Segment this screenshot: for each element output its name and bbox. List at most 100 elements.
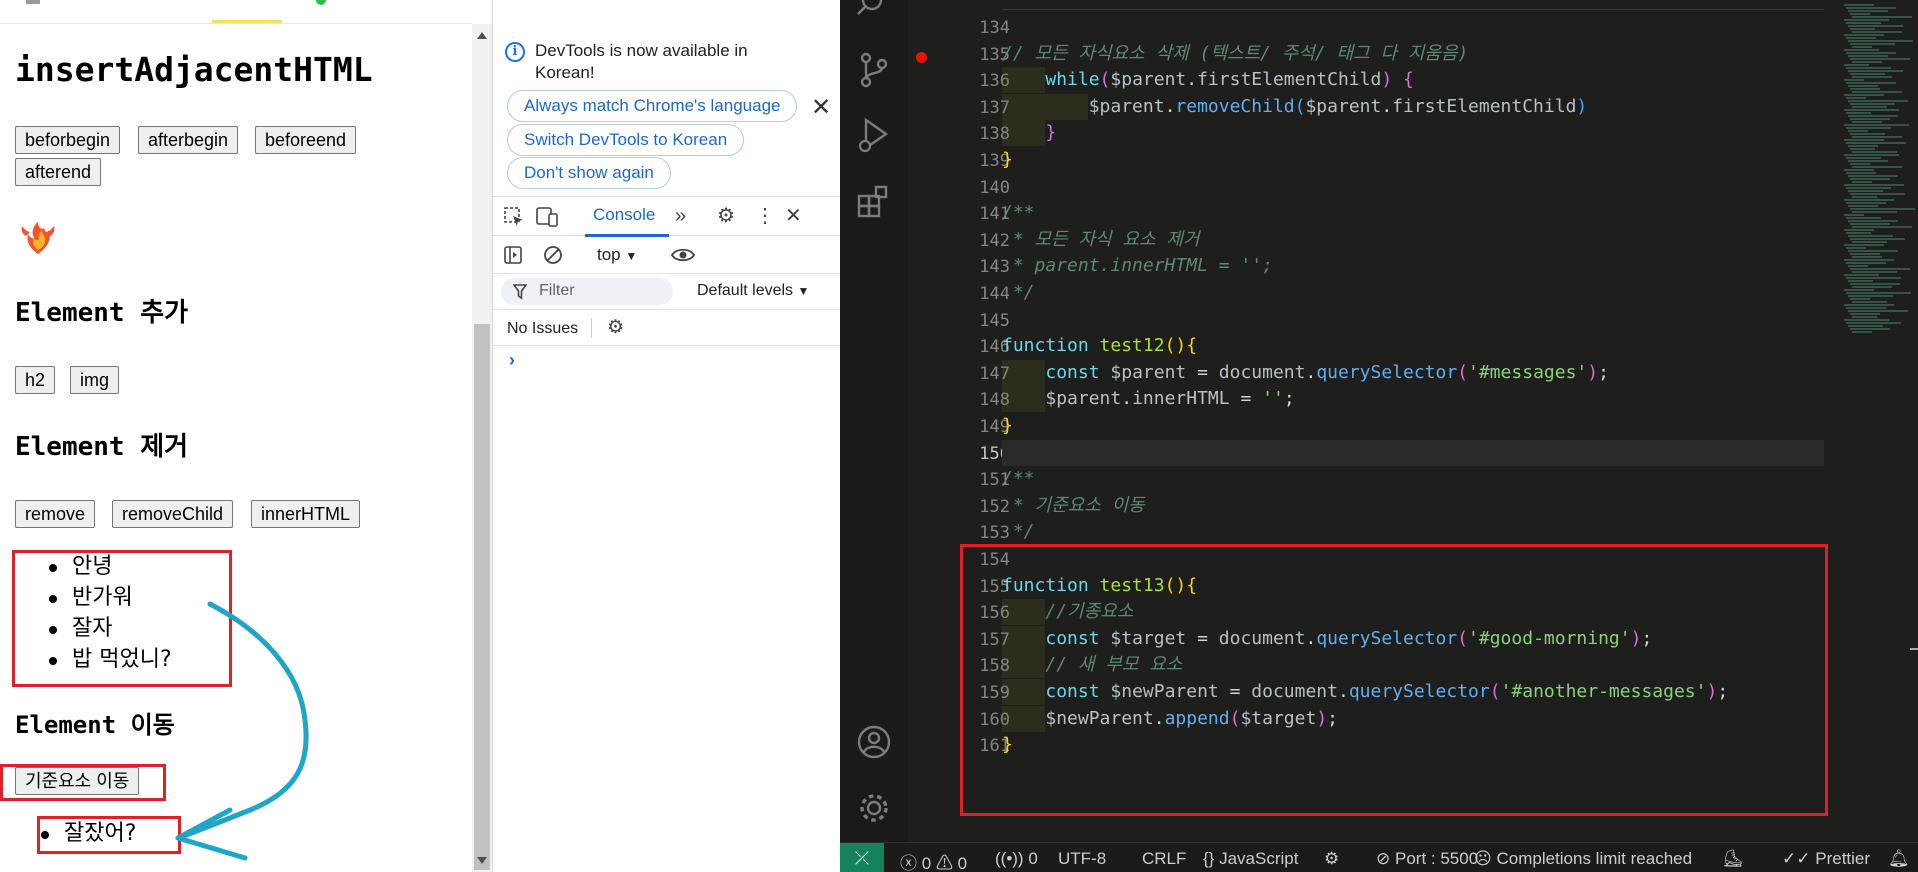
minimap-line — [1844, 49, 1879, 51]
context-selector[interactable]: top ▼ — [597, 245, 637, 265]
language-config-icon[interactable]: ⚙ — [1324, 849, 1339, 869]
button-beforbegin[interactable]: beforbegin — [15, 126, 121, 154]
breakpoint-dot[interactable] — [916, 52, 927, 63]
minimap-line — [1844, 244, 1884, 246]
code-line[interactable]: * 기준요소 이동 — [1002, 493, 1145, 519]
indent-guide — [1002, 120, 1045, 147]
live-expression-eye-icon[interactable] — [671, 246, 695, 264]
minimap-line — [1846, 127, 1891, 129]
minimap-line — [1852, 166, 1902, 168]
code-line[interactable]: */ — [1002, 280, 1035, 306]
code-line[interactable]: * parent.innerHTML = ''; — [1002, 253, 1273, 279]
sneaker-icon[interactable]: ⛸ — [1722, 849, 1744, 869]
minimap-line — [1850, 328, 1890, 330]
button-img[interactable]: img — [70, 366, 120, 394]
code-line[interactable]: } — [1002, 413, 1013, 439]
toolbar-highlight-fragment — [212, 20, 282, 23]
code-line[interactable]: } — [1002, 147, 1013, 173]
minimap-line — [1844, 274, 1879, 276]
manage-gear-icon[interactable] — [856, 790, 892, 826]
code-line[interactable]: */ — [1002, 519, 1035, 545]
minimap-line — [1844, 229, 1874, 231]
minimap-line — [1844, 4, 1874, 6]
button-remove-child[interactable]: removeChild — [112, 500, 234, 528]
issues-row: No Issues ⚙ — [493, 310, 841, 346]
console-settings-gear-icon[interactable]: ⚙ — [607, 317, 624, 339]
language-indicator[interactable]: {} JavaScript — [1203, 849, 1298, 869]
line-number: 149 — [979, 417, 1010, 437]
minimap[interactable] — [1840, 0, 1918, 842]
issues-count[interactable]: No Issues — [507, 320, 578, 338]
annotation-box-test13 — [960, 544, 1828, 816]
page-scrollbar[interactable] — [472, 24, 492, 872]
source-control-icon[interactable] — [856, 50, 892, 90]
minimap-line — [1850, 88, 1880, 90]
dont-show-again-button[interactable]: Don't show again — [507, 157, 671, 189]
log-levels-dropdown[interactable]: Default levels ▼ — [697, 282, 809, 300]
prettier-status[interactable]: ✓✓ Prettier — [1782, 849, 1870, 869]
devtools-panel: i DevTools is now available in Korean! A… — [492, 0, 841, 872]
button-beforeend[interactable]: beforeend — [255, 126, 357, 154]
console-prompt-chevron-icon[interactable]: › — [509, 350, 515, 371]
button-afterend[interactable]: afterend — [15, 158, 102, 186]
scrollbar-thumb[interactable] — [474, 324, 490, 870]
copilot-status[interactable]: ☹ Completions limit reached — [1474, 849, 1692, 869]
close-devtools-icon[interactable]: ✕ — [785, 205, 802, 227]
switch-to-korean-button[interactable]: Switch DevTools to Korean — [507, 124, 745, 156]
extensions-icon[interactable] — [856, 184, 892, 220]
minimap-line — [1852, 61, 1882, 63]
code-line[interactable]: // 모든 자식요소 삭제 (텍스트/ 주석/ 태그 다 지움음) — [1002, 41, 1468, 67]
line-number: 144 — [979, 284, 1010, 304]
minimap-line — [1848, 145, 1878, 147]
minimap-line — [1846, 142, 1906, 144]
line-number: 141 — [979, 204, 1010, 225]
minimap-line — [1844, 79, 1864, 81]
scroll-down-arrow-icon[interactable] — [477, 857, 487, 864]
search-icon[interactable] — [856, 0, 892, 22]
minimap-line — [1850, 298, 1870, 300]
code-line[interactable]: function test12(){ — [1002, 333, 1197, 359]
more-tabs-chevron-icon[interactable]: » — [675, 205, 686, 227]
code-line[interactable] — [1002, 439, 1824, 466]
problems-indicator[interactable]: ⓧ 0 ⚠ 0 — [900, 849, 967, 872]
eol-indicator[interactable]: CRLF — [1142, 849, 1186, 869]
account-icon[interactable] — [856, 724, 892, 760]
code-line[interactable]: $parent.removeChild($parent.firstElement… — [1002, 93, 1587, 120]
button-afterbegin[interactable]: afterbegin — [138, 126, 239, 154]
always-match-language-button[interactable]: Always match Chrome's language — [507, 90, 798, 122]
live-server-port[interactable]: ⊘ Port : 5500 — [1376, 849, 1478, 869]
notifications-bell-icon[interactable]: 🔔︎ — [1888, 849, 1910, 869]
button-h2[interactable]: h2 — [15, 366, 56, 394]
language-label: JavaScript — [1219, 849, 1299, 868]
sidebar-toggle-icon[interactable] — [503, 245, 523, 265]
annotation-box-another-messages — [37, 816, 181, 854]
button-inner-html[interactable]: innerHTML — [251, 500, 361, 528]
devtools-tab-bar: Console » ⚙ ⋮ ✕ — [493, 196, 841, 237]
code-line[interactable]: /** — [1002, 466, 1035, 492]
close-icon[interactable]: ✕ — [811, 96, 831, 120]
button-remove[interactable]: remove — [15, 500, 96, 528]
minimap-line — [1846, 52, 1896, 54]
code-line[interactable]: $parent.innerHTML = ''; — [1002, 386, 1295, 413]
code-line[interactable]: const $parent = document.querySelector('… — [1002, 359, 1609, 386]
more-options-icon[interactable]: ⋮ — [755, 205, 775, 227]
code-line[interactable]: while($parent.firstElementChild) { — [1002, 67, 1414, 94]
clear-console-icon[interactable] — [543, 245, 563, 265]
tab-console[interactable]: Console — [593, 205, 655, 225]
minimap-line — [1844, 154, 1899, 156]
overview-ruler-mark — [1910, 648, 1918, 650]
scroll-up-arrow-icon[interactable] — [477, 32, 487, 39]
encoding-indicator[interactable]: UTF-8 — [1058, 849, 1106, 869]
gear-icon[interactable]: ⚙ — [717, 205, 735, 227]
minimap-line — [1852, 226, 1912, 228]
ports-indicator[interactable]: ((•)) 0 — [995, 849, 1038, 869]
run-debug-icon[interactable] — [856, 116, 892, 156]
code-line[interactable]: /** — [1002, 200, 1035, 226]
sticky-scroll-header — [1002, 0, 1824, 10]
code-line[interactable]: } — [1002, 120, 1056, 147]
code-line[interactable]: * 모든 자식 요소 제거 — [1002, 227, 1200, 253]
device-toolbar-icon[interactable] — [535, 206, 559, 228]
inspect-element-icon[interactable] — [503, 206, 525, 228]
error-count: 0 — [921, 854, 932, 872]
remote-indicator-icon[interactable]: ⤫ — [840, 843, 884, 872]
